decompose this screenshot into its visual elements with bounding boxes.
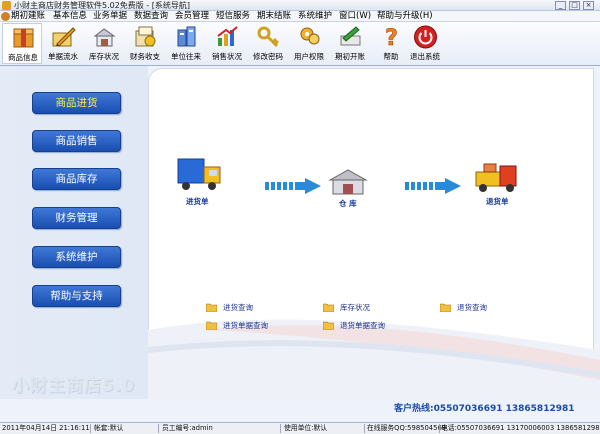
status-separator [439,424,440,433]
link-label: 库存状况 [340,303,370,312]
menu-item-opening[interactable]: 期初建账 [11,11,45,22]
menu-item-closing[interactable]: 期末结账 [257,11,291,22]
restore-button[interactable]: □ [569,1,580,10]
status-ledger: 帐套:默认 [94,424,124,432]
purchase-query-link[interactable]: 进货查询 [206,302,253,313]
nav-maintenance-button[interactable]: 系统维护 [32,246,121,268]
flow-arrow-icon [405,178,461,194]
status-phone: 电话:05507036691 13170006003 13865812981 [441,424,600,432]
folder-icon [206,303,217,312]
power-icon [414,25,437,49]
customer-hotline: 客户热线:05507036691 13865812981 [394,404,575,414]
inventory-icon [93,28,116,47]
return-order-label[interactable]: 退货单 [486,196,509,207]
toolbar-goods-info-button[interactable]: 商品信息 [2,23,42,64]
open-account-icon [340,26,361,46]
menu-item-documents[interactable]: 业务单据 [93,11,127,22]
status-separator [280,424,281,433]
toolbar: 商品信息 单据流水 库存状况 财务收支 单位往来 销售状况 修改密码 用户权限 … [0,22,600,66]
return-query-link[interactable]: 退货查询 [440,302,487,313]
nav-inventory-button[interactable]: 商品库存 [32,168,121,190]
window-title: 小财主商店财务管理软件5.02免费版 - [系统导航] [14,1,191,10]
status-bar: 2011年04月14日 21:16:11 帐套:默认 员工编号:admin 使用… [0,422,600,434]
folder-icon [323,321,334,330]
link-label: 进货查询 [223,303,253,312]
key-icon [257,26,280,48]
status-use-unit: 使用单位:默认 [284,424,328,432]
close-button[interactable]: × [583,1,594,10]
toolbar-sales-status-button[interactable]: 销售状况 [207,23,247,64]
toolbar-exit-button[interactable]: 退出系统 [405,23,445,64]
left-nav-panel: 商品进货 商品销售 商品库存 财务管理 系统维护 帮助与支持 [0,66,148,399]
contacts-icon [177,26,196,47]
sales-status-icon [217,26,238,46]
status-separator [90,424,91,433]
toolbar-user-permission-button[interactable]: 用户权限 [289,23,329,64]
status-separator [364,424,365,433]
folder-icon [323,303,334,312]
toolbar-document-flow-button[interactable]: 单据流水 [43,23,83,64]
status-employee: 员工编号:admin [162,424,213,432]
app-menu-icon[interactable] [1,12,10,21]
app-window: 小财主商店财务管理软件5.02免费版 - [系统导航] _ □ × 期初建账 基… [0,0,600,434]
menu-item-window[interactable]: 窗口(W) [339,11,371,22]
help-icon: ? [385,26,398,50]
warehouse-label: 仓 库 [339,199,357,208]
toolbar-inventory-button[interactable]: 库存状况 [84,23,124,64]
nav-finance-button[interactable]: 财务管理 [32,207,121,229]
toolbar-contacts-button[interactable]: 单位往来 [166,23,206,64]
link-label: 退货单据查询 [340,321,385,330]
menu-item-maintenance[interactable]: 系统维护 [298,11,332,22]
nav-help-support-button[interactable]: 帮助与支持 [32,285,121,307]
user-permission-icon [300,27,320,45]
title-bar: 小财主商店财务管理软件5.02免费版 - [系统导航] _ □ × [0,0,600,11]
status-datetime: 2011年04月14日 21:16:11 [2,424,90,432]
link-label: 进货单据查询 [223,321,268,330]
purchase-detail-query-link[interactable]: 进货单据查询 [206,320,268,331]
folder-icon [206,321,217,330]
toolbar-change-password-button[interactable]: 修改密码 [248,23,288,64]
status-online-qq: 在线服务QQ:598504569 [367,424,447,432]
flow-arrow-icon [265,178,321,194]
folder-icon [440,303,451,312]
warehouse-icon[interactable] [328,168,368,196]
svg-text:?: ? [385,26,398,50]
link-label: 退货查询 [457,303,487,312]
finance-icon [135,26,156,47]
menu-item-data-query[interactable]: 数据查询 [134,11,168,22]
purchase-truck-icon[interactable] [176,155,226,195]
app-icon [2,1,11,10]
menu-item-sms[interactable]: 短信服务 [216,11,250,22]
goods-info-icon [13,28,34,48]
decorative-swoosh [148,319,600,400]
purchase-order-label[interactable]: 进货单 [186,196,209,207]
document-flow-icon [52,27,76,47]
toolbar-finance-button[interactable]: 财务收支 [125,23,165,64]
return-detail-query-link[interactable]: 退货单据查询 [323,320,385,331]
menu-item-help[interactable]: 帮助与升级(H) [377,11,433,22]
toolbar-open-account-button[interactable]: 期初开账 [330,23,370,64]
nav-sales-button[interactable]: 商品销售 [32,130,121,152]
minimize-button[interactable]: _ [555,1,566,10]
menu-item-members[interactable]: 会员管理 [175,11,209,22]
menu-item-basic-info[interactable]: 基本信息 [53,11,87,22]
inventory-status-link[interactable]: 库存状况 [323,302,370,313]
toolbar-label: 退出系统 [410,52,440,61]
return-truck-icon[interactable] [472,160,522,194]
product-watermark: 小财主商店5.0 [12,376,136,396]
menu-bar: 期初建账 基本信息 业务单据 数据查询 会员管理 短信服务 期末结账 系统维护 … [0,11,600,22]
status-separator [158,424,159,433]
nav-purchase-button[interactable]: 商品进货 [32,92,121,114]
